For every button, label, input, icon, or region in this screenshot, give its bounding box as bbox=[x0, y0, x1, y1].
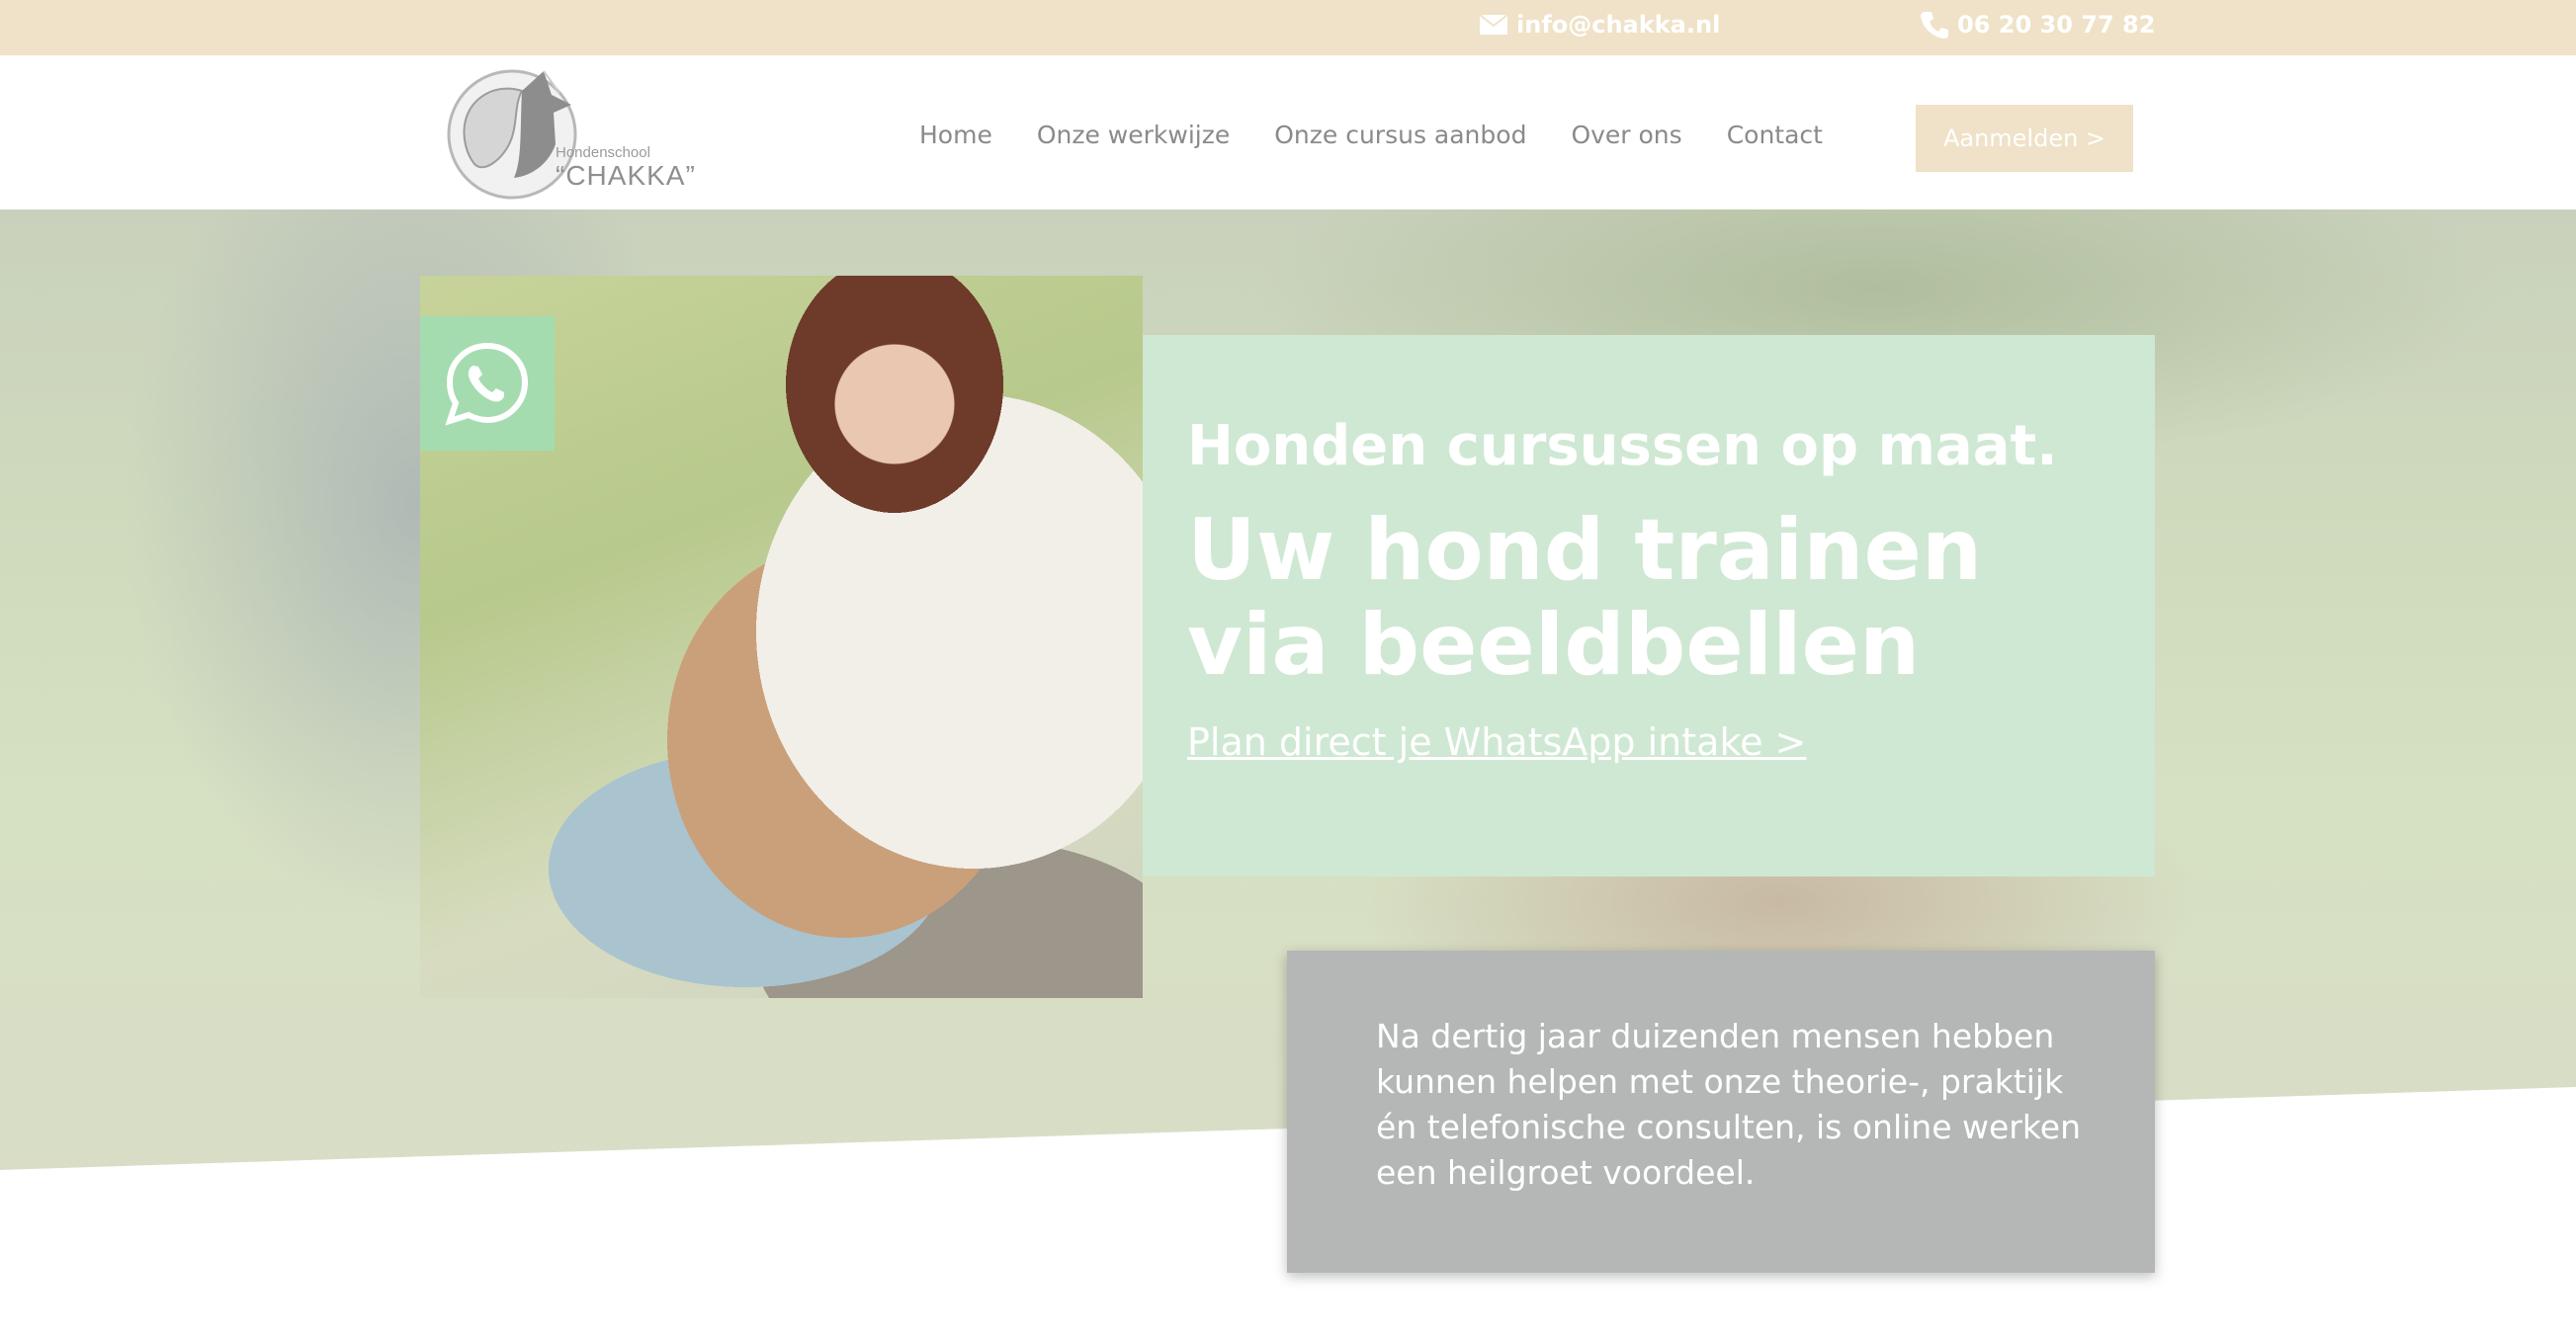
nav-contact[interactable]: Contact bbox=[1727, 121, 1823, 149]
info-box: Na dertig jaar duizenden mensen hebben k… bbox=[1287, 951, 2155, 1273]
logo[interactable]: Hondenschool “CHAKKA” bbox=[445, 65, 695, 202]
phone-icon bbox=[1921, 12, 1948, 39]
info-text: Na dertig jaar duizenden mensen hebben k… bbox=[1376, 1017, 2082, 1192]
phone-link[interactable]: 06 20 30 77 82 bbox=[1920, 0, 2155, 49]
hero-text-panel: Honden cursussen op maat. Uw hond traine… bbox=[1143, 335, 2155, 877]
nav-over-ons[interactable]: Over ons bbox=[1571, 121, 1681, 149]
nav-onze-cursus-aanbod[interactable]: Onze cursus aanbod bbox=[1274, 121, 1526, 149]
signup-button[interactable]: Aanmelden > bbox=[1916, 105, 2133, 172]
whatsapp-intake-link[interactable]: Plan direct je WhatsApp intake > bbox=[1187, 720, 1806, 764]
email-link[interactable]: info@chakka.nl bbox=[1479, 0, 1720, 49]
envelope-icon bbox=[1479, 14, 1508, 35]
phone-text: 06 20 30 77 82 bbox=[1957, 11, 2156, 39]
top-contact-bar: info@chakka.nl 06 20 30 77 82 bbox=[0, 0, 2576, 55]
hero-tagline: Honden cursussen op maat. bbox=[1187, 414, 2058, 478]
email-text: info@chakka.nl bbox=[1516, 11, 1721, 39]
logo-brand-text: “CHAKKA” bbox=[556, 160, 696, 191]
logo-small-text: Hondenschool bbox=[556, 144, 650, 161]
nav-home[interactable]: Home bbox=[919, 121, 992, 149]
nav-onze-werkwijze[interactable]: Onze werkwijze bbox=[1037, 121, 1230, 149]
hero-headline: Uw hond trainen via beeldbellen bbox=[1187, 501, 1983, 695]
site-header: Hondenschool “CHAKKA” Home Onze werkwijz… bbox=[0, 55, 2576, 209]
whatsapp-badge[interactable] bbox=[420, 316, 555, 451]
main-nav: Home Onze werkwijze Onze cursus aanbod O… bbox=[919, 121, 1867, 149]
whatsapp-icon bbox=[445, 342, 529, 426]
